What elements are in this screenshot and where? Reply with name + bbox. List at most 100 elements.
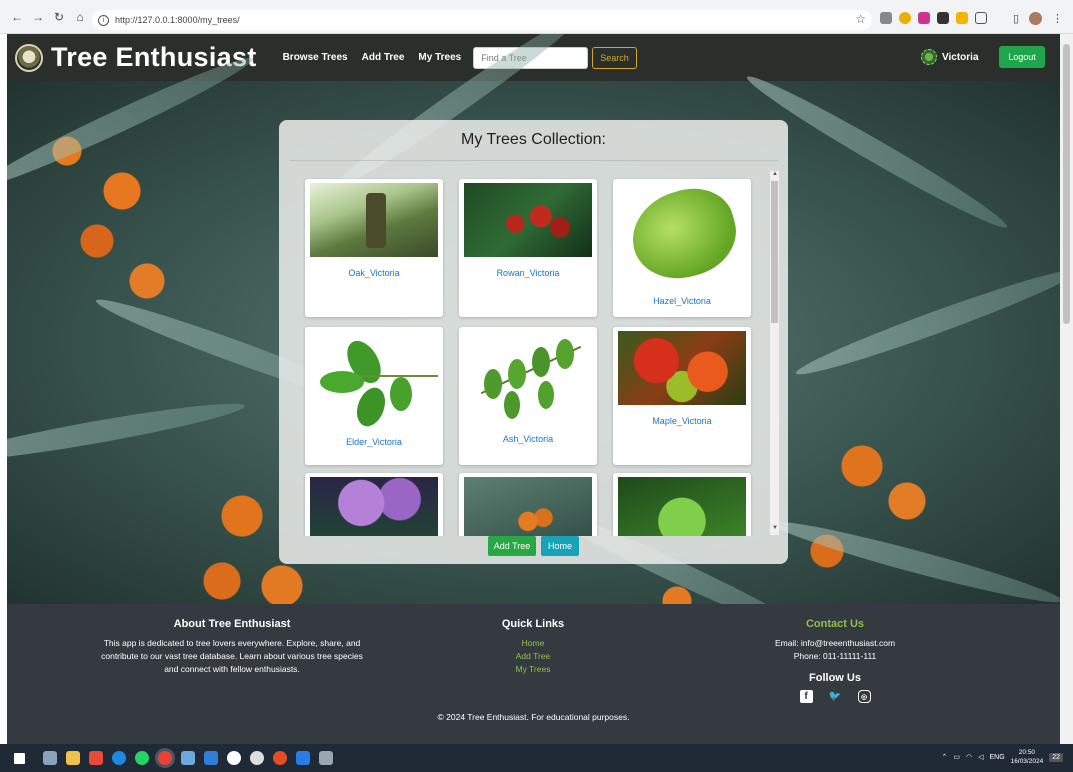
puzzle-icon[interactable]	[975, 12, 987, 24]
skype-icon[interactable]	[112, 751, 126, 765]
tree-card-elder[interactable]: Elder_Victoria	[305, 327, 443, 465]
extension-icon[interactable]	[918, 12, 930, 24]
extension-icon[interactable]	[880, 12, 892, 24]
tree-name-rowan[interactable]: Rowan_Victoria	[459, 268, 597, 278]
url-text: http://127.0.0.1:8000/my_trees/	[115, 15, 240, 25]
ash-leaflet	[556, 339, 574, 369]
menu-kebab-icon[interactable]: ⋮	[1052, 12, 1063, 25]
logout-button[interactable]: Logout	[999, 46, 1045, 68]
leaf-decoration	[7, 395, 247, 469]
taskbar-app-icon[interactable]	[43, 751, 57, 765]
tree-name-elder[interactable]: Elder_Victoria	[305, 437, 443, 447]
scroll-down-icon[interactable]: ▼	[772, 525, 778, 531]
about-text: and connect with fellow enthusiasts.	[164, 664, 300, 674]
tree-card-ash[interactable]: Ash_Victoria	[459, 327, 597, 465]
footer-link-add-tree[interactable]: Add Tree	[453, 650, 613, 663]
windows-taskbar: ⌃ ▭ ◠ ◁ ENG 20:50 16/03/2024 22	[0, 744, 1073, 772]
twitter-icon[interactable]: 🐦	[829, 690, 842, 703]
nav-browse-trees[interactable]: Browse Trees	[283, 52, 348, 63]
taskbar-app-icon[interactable]	[181, 751, 195, 765]
footer-link-my-trees[interactable]: My Trees	[453, 663, 613, 676]
rowan-image	[464, 183, 592, 257]
notification-badge[interactable]: 22	[1049, 752, 1063, 762]
copyright: © 2024 Tree Enthusiast. For educational …	[437, 712, 630, 722]
about-text: This app is dedicated to tree lovers eve…	[103, 638, 361, 648]
tray-chevron-icon[interactable]: ⌃	[941, 753, 947, 761]
language-indicator[interactable]: ENG	[989, 754, 1004, 761]
vscode-icon[interactable]	[204, 751, 218, 765]
social-links: f 🐦 ◎	[745, 690, 925, 703]
maple-image	[618, 331, 746, 405]
taskbar-app-icon[interactable]	[296, 751, 310, 765]
divider	[289, 160, 778, 161]
tree-name-oak[interactable]: Oak_Victoria	[305, 268, 443, 278]
instagram-icon[interactable]: ◎	[857, 690, 871, 703]
taskbar-app-icon[interactable]	[89, 751, 103, 765]
back-icon[interactable]: ←	[8, 8, 26, 26]
site-info-icon[interactable]: i	[98, 14, 109, 26]
taskbar-app-icon[interactable]	[227, 751, 241, 765]
scroll-thumb[interactable]	[771, 181, 778, 323]
oak-image	[310, 183, 438, 257]
tree-card-lilac[interactable]	[305, 473, 443, 536]
windows-start-icon[interactable]	[14, 752, 25, 764]
collection-scrollbar[interactable]: ▲ ▼	[770, 171, 779, 535]
tree-grid[interactable]: Oak_Victoria Rowan_Victoria Hazel_Victor…	[303, 173, 773, 536]
profile-avatar[interactable]	[1029, 12, 1042, 25]
nav-add-tree[interactable]: Add Tree	[362, 52, 405, 63]
tree-card-sea-buckthorn[interactable]	[459, 473, 597, 536]
tree-card-rowan[interactable]: Rowan_Victoria	[459, 179, 597, 317]
taskbar-app-icon[interactable]	[319, 751, 333, 765]
ash-image	[464, 331, 592, 433]
chrome-icon[interactable]	[158, 751, 172, 765]
contact-email: Email: info@treeenthusiast.com	[774, 638, 896, 648]
taskbar-clock[interactable]: 20:50 16/03/2024	[1011, 748, 1044, 766]
tree-name-ash[interactable]: Ash_Victoria	[459, 434, 597, 444]
site-footer: About Tree Enthusiast This app is dedica…	[7, 604, 1060, 744]
facebook-icon[interactable]: f	[799, 690, 813, 703]
wifi-icon[interactable]: ◠	[966, 753, 972, 761]
extension-icon[interactable]	[937, 12, 949, 24]
page-scroll-thumb[interactable]	[1063, 44, 1070, 324]
sidepanel-icon[interactable]: ▯	[1013, 12, 1019, 25]
tree-name-hazel[interactable]: Hazel_Victoria	[613, 296, 751, 306]
volume-icon[interactable]: ◁	[978, 753, 983, 761]
extension-icon[interactable]	[899, 12, 911, 24]
home-button[interactable]: Home	[541, 536, 579, 556]
home-icon[interactable]: ⌂	[71, 8, 89, 26]
quick-links-title: Quick Links	[501, 618, 565, 630]
elder-leaflet	[351, 383, 391, 431]
search-button[interactable]: Search	[592, 46, 637, 69]
scroll-up-icon[interactable]: ▲	[772, 171, 778, 177]
add-tree-button[interactable]: Add Tree	[488, 536, 536, 556]
about-title: About Tree Enthusiast	[173, 618, 291, 630]
ash-leaflet	[538, 381, 554, 409]
tree-card-hazel[interactable]: Hazel_Victoria	[613, 179, 751, 317]
extension-icon[interactable]	[956, 12, 968, 24]
leaf-decoration	[792, 260, 1060, 384]
taskbar-app-icon[interactable]	[273, 751, 287, 765]
tree-card-maple[interactable]: Maple_Victoria	[613, 327, 751, 465]
nav-my-trees[interactable]: My Trees	[418, 52, 461, 63]
ash-leaflet	[532, 347, 550, 377]
battery-icon[interactable]: ▭	[953, 753, 960, 761]
taskbar-app-icon[interactable]	[250, 751, 264, 765]
tree-card-conifer[interactable]	[613, 473, 751, 536]
file-explorer-icon[interactable]	[66, 751, 80, 765]
leaf-decoration	[769, 512, 1060, 612]
tree-card-oak[interactable]: Oak_Victoria	[305, 179, 443, 317]
reload-icon[interactable]: ↻	[50, 8, 68, 26]
tree-name-maple[interactable]: Maple_Victoria	[613, 416, 751, 426]
tree-logo-icon[interactable]	[15, 43, 43, 72]
system-tray: ⌃ ▭ ◠ ◁ ENG 20:50 16/03/2024 22	[941, 748, 1063, 766]
footer-link-home[interactable]: Home	[453, 637, 613, 650]
forward-icon[interactable]: →	[29, 8, 47, 26]
user-profile[interactable]: Victoria	[921, 49, 979, 65]
collection-title: My Trees Collection:	[461, 131, 606, 148]
whatsapp-icon[interactable]	[135, 751, 149, 765]
clock-date: 16/03/2024	[1010, 758, 1044, 765]
username: Victoria	[942, 51, 979, 63]
address-bar[interactable]: i http://127.0.0.1:8000/my_trees/ ☆	[92, 10, 872, 30]
bookmark-star-icon[interactable]: ☆	[855, 12, 866, 26]
page-scrollbar[interactable]	[1060, 34, 1073, 744]
